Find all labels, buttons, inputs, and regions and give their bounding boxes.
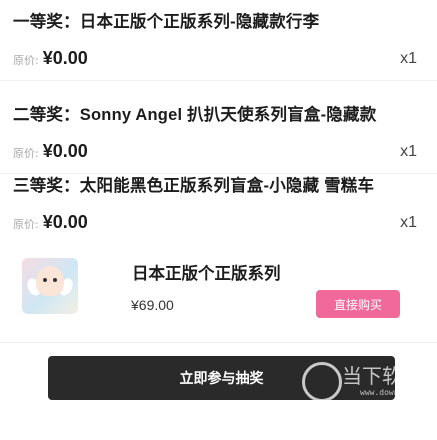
price-prefix: 原价: <box>13 147 39 160</box>
product-price: ¥69.00 <box>131 297 174 313</box>
quantity: x1 <box>400 214 417 231</box>
buy-now-button[interactable]: 直接购买 <box>316 290 400 318</box>
price-row: 原价: ¥0.00 <box>13 141 88 163</box>
eye <box>43 278 47 282</box>
price-row: 原价: ¥0.00 <box>13 212 88 234</box>
figure-head <box>36 266 64 296</box>
product-name[interactable]: 日本正版个正版系列 <box>132 260 281 284</box>
price-prefix: 原价: <box>13 218 39 231</box>
prize-tier-title: 二等奖：Sonny Angel 扒扒天使系列盲盒-隐藏款 <box>13 106 377 124</box>
price-value: ¥0.00 <box>42 141 88 161</box>
price-prefix: 原价: <box>13 54 39 67</box>
quantity: x1 <box>400 143 417 160</box>
divider <box>0 342 437 343</box>
prize-tier-title: 三等奖：太阳能黑色正版系列盲盒-小隐藏 雪糕车 <box>13 177 375 195</box>
prize-tier-title: 一等奖：日本正版个正版系列-隐藏款行李 <box>13 13 320 31</box>
join-lottery-button[interactable]: 立即参与抽奖 <box>48 356 395 400</box>
eye <box>53 278 57 282</box>
product-card[interactable]: 日本正版个正版系列 ¥69.00 直接购买 <box>14 250 434 332</box>
prize-tier-1: 一等奖：日本正版个正版系列-隐藏款行李 原价: ¥0.00 x1 <box>0 0 437 80</box>
quantity: x1 <box>400 50 417 67</box>
price-value: ¥0.00 <box>42 212 88 232</box>
angel-figure-thumbnail[interactable] <box>22 258 78 314</box>
prize-tier-2: 二等奖：Sonny Angel 扒扒天使系列盲盒-隐藏款 原价: ¥0.00 x… <box>0 93 437 173</box>
divider <box>0 80 437 81</box>
prize-tier-3: 三等奖：太阳能黑色正版系列盲盒-小隐藏 雪糕车 原价: ¥0.00 x1 <box>0 164 437 244</box>
price-value: ¥0.00 <box>42 48 88 68</box>
price-row: 原价: ¥0.00 <box>13 48 88 70</box>
